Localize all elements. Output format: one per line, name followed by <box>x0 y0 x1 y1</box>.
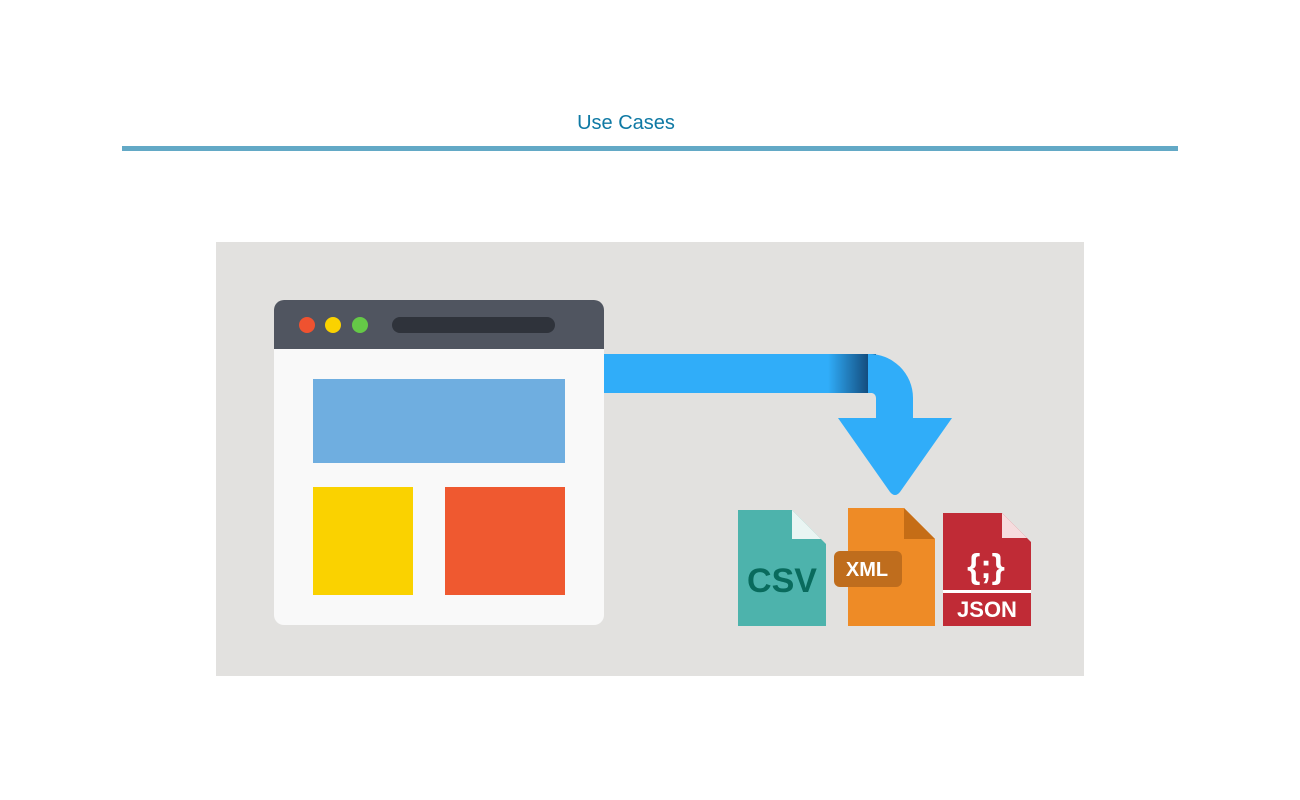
export-arrow-icon <box>604 353 952 495</box>
section-heading: Use Cases <box>577 112 675 134</box>
json-file-icon: {;} JSON <box>943 513 1031 626</box>
illustration-canvas: CSV {;} JSON XML <box>274 300 1031 626</box>
json-brace-glyph: {;} <box>967 548 1005 586</box>
xml-label: XML <box>846 559 888 581</box>
heading-divider <box>122 146 1178 151</box>
export-illustration: CSV {;} JSON XML <box>216 242 1084 676</box>
maximize-dot-icon <box>352 317 368 333</box>
yellow-tile <box>313 487 413 595</box>
json-label: JSON <box>957 597 1017 622</box>
json-divider <box>943 590 1031 593</box>
xml-file-icon: XML <box>834 508 935 626</box>
address-bar <box>392 317 555 333</box>
banner-block <box>313 379 565 463</box>
csv-file-icon: CSV <box>738 510 826 626</box>
csv-label: CSV <box>747 562 817 600</box>
minimize-dot-icon <box>325 317 341 333</box>
orange-tile <box>445 487 565 595</box>
close-dot-icon <box>299 317 315 333</box>
browser-window-icon <box>274 300 604 625</box>
